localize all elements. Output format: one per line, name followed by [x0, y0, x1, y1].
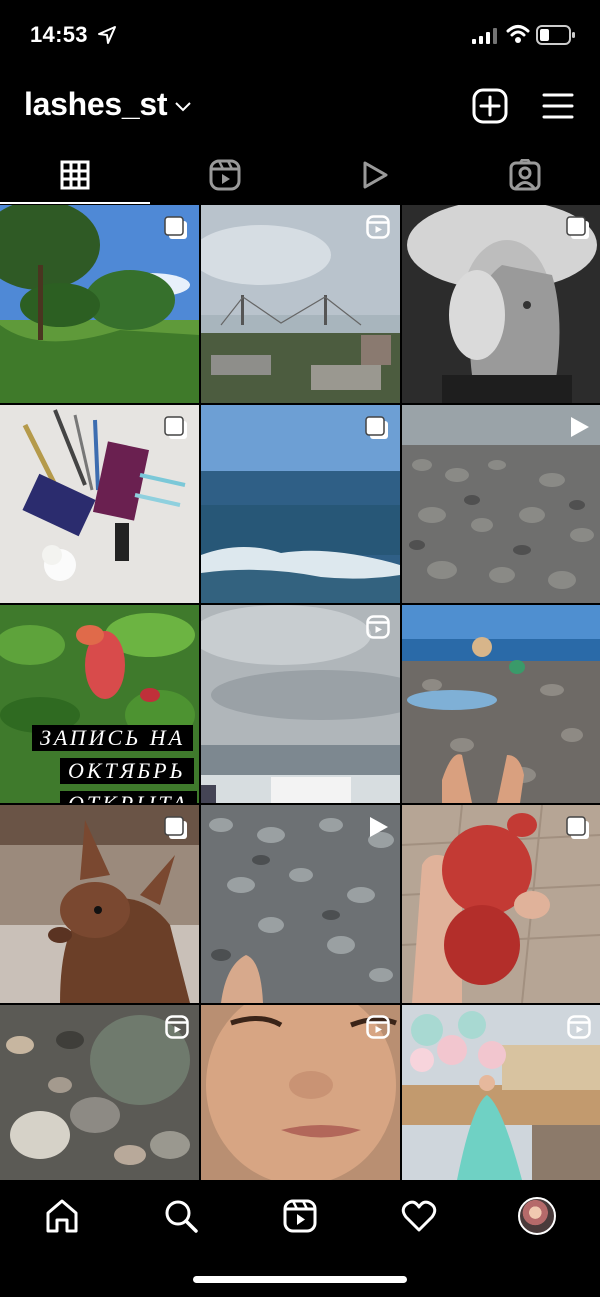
- overlay-text-line: ЗАПИСЬ НА: [32, 725, 194, 751]
- reels-nav-icon: [283, 1199, 317, 1233]
- profile-tabs: [0, 146, 600, 204]
- wifi-icon: [506, 25, 530, 43]
- video-badge-icon: [370, 817, 388, 837]
- reel-badge-icon: [366, 1015, 390, 1039]
- nav-search[interactable]: [161, 1196, 201, 1236]
- post-thumbnail[interactable]: [0, 205, 199, 403]
- reels-icon: [209, 159, 241, 191]
- battery-icon: [536, 25, 575, 45]
- reel-badge-icon: [366, 215, 390, 239]
- post-thumbnail[interactable]: [0, 805, 199, 1003]
- profile-header: lashes_st: [0, 72, 600, 144]
- status-time: 14:53: [30, 22, 88, 47]
- post-thumbnail[interactable]: [201, 805, 400, 1003]
- reel-badge-icon: [165, 1015, 189, 1039]
- carousel-badge-icon: [566, 816, 589, 839]
- tagged-icon: [509, 159, 541, 191]
- signal-icon: [472, 28, 497, 44]
- video-badge-icon: [571, 417, 589, 437]
- chevron-down-icon: [175, 101, 191, 111]
- post-thumbnail[interactable]: [402, 1005, 600, 1180]
- post-image: [402, 605, 600, 803]
- post-thumbnail[interactable]: [402, 205, 600, 403]
- nav-home[interactable]: [42, 1196, 82, 1236]
- reel-badge-icon: [567, 1015, 591, 1039]
- post-thumbnail[interactable]: [402, 605, 600, 803]
- post-thumbnail[interactable]: ЗАПИСЬ НА ОКТЯБРЬ ОТКРЫТА: [0, 605, 199, 803]
- play-icon: [363, 161, 388, 189]
- home-icon: [46, 1199, 78, 1233]
- tab-grid[interactable]: [0, 146, 150, 204]
- post-thumbnail[interactable]: [0, 405, 199, 603]
- carousel-badge-icon: [566, 216, 589, 239]
- overlay-text-line: ОКТЯБРЬ: [60, 758, 194, 784]
- post-grid: ЗАПИСЬ НА ОКТЯБРЬ ОТКРЫТА: [0, 205, 600, 1180]
- carousel-badge-icon: [365, 416, 388, 439]
- post-thumbnail[interactable]: [201, 205, 400, 403]
- tab-tagged[interactable]: [450, 146, 600, 204]
- carousel-badge-icon: [164, 416, 187, 439]
- post-thumbnail[interactable]: [402, 405, 600, 603]
- nav-profile[interactable]: [517, 1196, 557, 1236]
- account-switcher[interactable]: lashes_st: [24, 86, 191, 123]
- overlay-text-line: ОТКРЫТА: [60, 791, 197, 803]
- reel-badge-icon: [366, 615, 390, 639]
- post-thumbnail[interactable]: [0, 1005, 199, 1180]
- home-indicator[interactable]: [193, 1276, 407, 1283]
- carousel-badge-icon: [164, 816, 187, 839]
- post-thumbnail[interactable]: [201, 1005, 400, 1180]
- add-post-icon[interactable]: [472, 88, 508, 124]
- grid-icon: [60, 160, 90, 190]
- nav-activity[interactable]: [399, 1196, 439, 1236]
- heart-icon: [401, 1200, 437, 1232]
- status-bar: 14:53: [0, 0, 600, 72]
- post-thumbnail[interactable]: [402, 805, 600, 1003]
- profile-avatar: [518, 1197, 556, 1235]
- nav-reels[interactable]: [280, 1196, 320, 1236]
- tab-reels[interactable]: [150, 146, 300, 204]
- search-icon: [165, 1200, 198, 1233]
- menu-icon[interactable]: [542, 92, 574, 120]
- carousel-badge-icon: [164, 216, 187, 239]
- username: lashes_st: [24, 86, 168, 122]
- location-arrow-icon: [98, 26, 116, 44]
- post-thumbnail[interactable]: [201, 405, 400, 603]
- tab-videos[interactable]: [300, 146, 450, 204]
- post-thumbnail[interactable]: [201, 605, 400, 803]
